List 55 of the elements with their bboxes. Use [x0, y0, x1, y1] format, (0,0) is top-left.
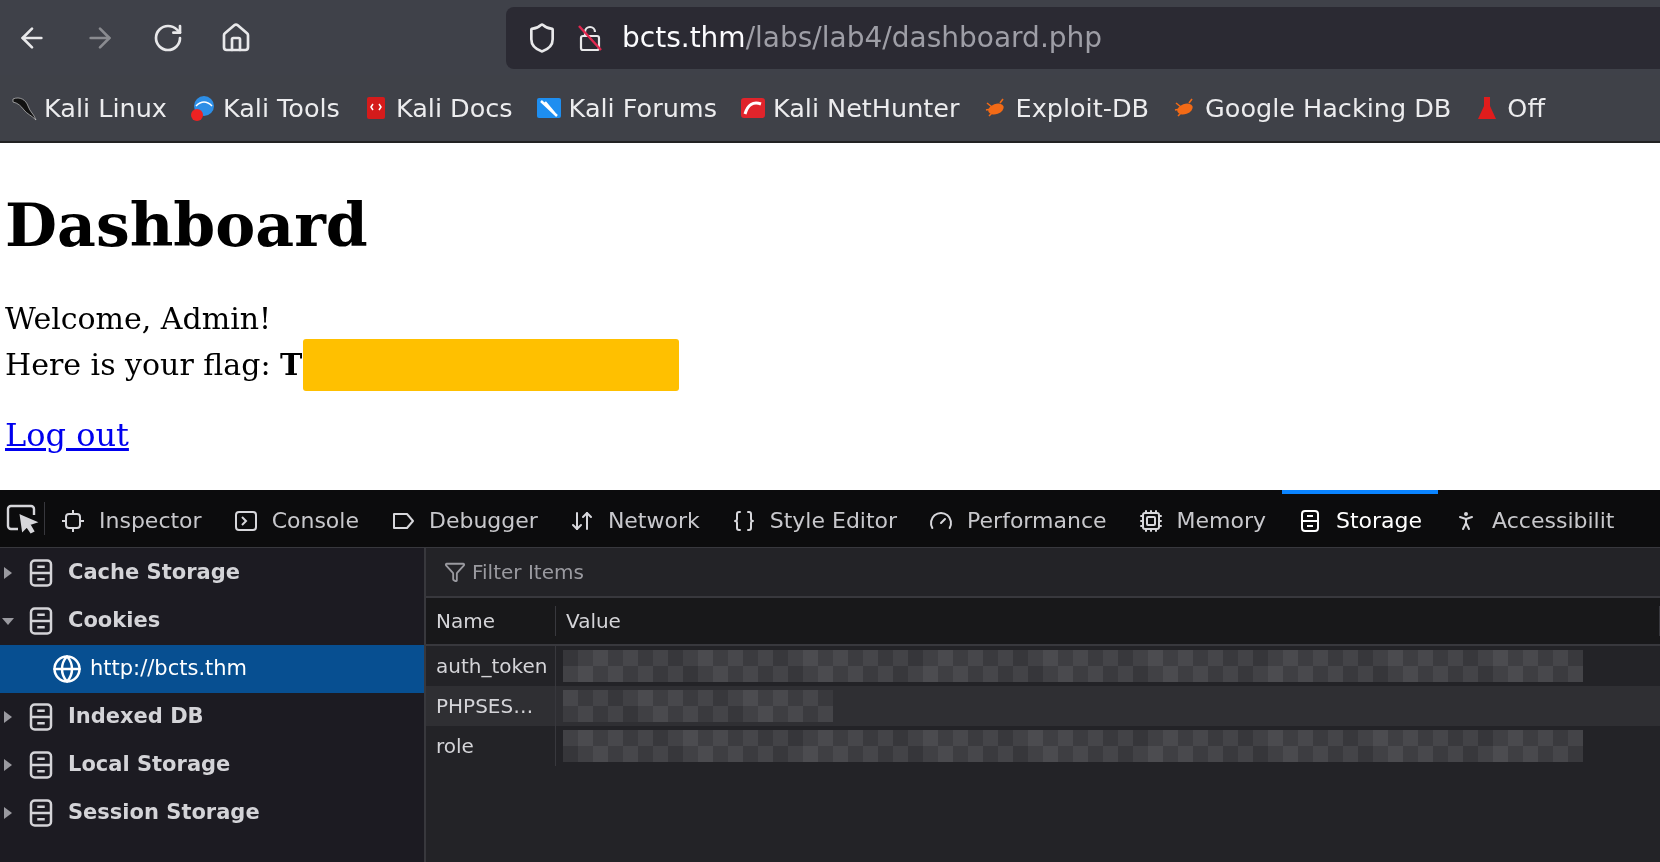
flag-label: Here is your flag:	[5, 346, 272, 384]
storage-icon	[28, 750, 54, 780]
bookmark[interactable]: Google Hacking DB	[1171, 88, 1452, 128]
column-heading[interactable]: Value	[566, 606, 621, 636]
welcome-text: Welcome, Admin!	[5, 300, 272, 338]
home-icon[interactable]	[220, 21, 252, 54]
flag-text: T	[280, 347, 303, 382]
devtools-tab[interactable]: Accessibilit	[1438, 490, 1631, 547]
braces-icon	[731, 508, 756, 533]
tree-item[interactable]: Local Storage	[0, 741, 424, 789]
tree-item[interactable]: Session Storage	[0, 789, 424, 837]
collapsed-arrow-icon[interactable]	[2, 567, 14, 579]
devtools-tab[interactable]: Style Editor	[715, 490, 914, 547]
url-field[interactable]: bcts.thm/labs/lab4/dashboard.php	[506, 6, 1660, 69]
bookmark[interactable]: Kali Docs	[361, 88, 513, 128]
storage-icon	[28, 702, 54, 732]
table-cell-text: auth_token	[436, 653, 548, 680]
column-heading[interactable]: Name	[436, 606, 495, 636]
tree-item[interactable]: http://bcts.thm	[0, 645, 424, 693]
globe-badge-icon	[188, 94, 217, 122]
tree-item[interactable]: Cookies	[0, 597, 424, 645]
bookmark[interactable]: Kali Forums	[534, 88, 717, 128]
bookmark[interactable]: Kali Linux	[10, 88, 167, 128]
storage-icon	[1298, 508, 1322, 533]
expanded-arrow-icon[interactable]	[2, 615, 14, 627]
collapsed-arrow-icon[interactable]	[2, 711, 14, 723]
globe-icon	[52, 654, 82, 684]
devtools-tab[interactable]: Console	[217, 490, 375, 547]
inspector-icon	[61, 508, 85, 533]
url-text: bcts.thm/labs/lab4/dashboard.php	[622, 19, 1103, 56]
chip-icon	[1138, 508, 1163, 533]
console-icon	[233, 508, 258, 533]
bookmark[interactable]: Exploit-DB	[981, 88, 1150, 128]
devtools-tab[interactable]: Debugger	[374, 490, 554, 547]
storage-icon	[28, 606, 54, 636]
tree-item[interactable]: Cache Storage	[0, 549, 424, 597]
bookmark[interactable]: Off	[1473, 88, 1545, 128]
logout-link[interactable]: Log out	[5, 411, 129, 459]
filter-field[interactable]: Filter Items	[472, 552, 1072, 592]
table-cell-text: PHPSES…	[436, 693, 534, 720]
table-row[interactable]: PHPSES…	[426, 686, 1660, 726]
storage-icon	[28, 798, 54, 828]
devtools-tab[interactable]: Network	[553, 490, 716, 547]
tree-item[interactable]: Indexed DB	[0, 693, 424, 741]
devtools-tab[interactable]: Performance	[913, 490, 1123, 547]
collapsed-arrow-icon[interactable]	[2, 759, 14, 771]
collapsed-arrow-icon[interactable]	[2, 807, 14, 819]
bookmark[interactable]: Kali NetHunter	[738, 88, 960, 128]
devtools-tab[interactable]: Memory	[1122, 490, 1282, 547]
bookmark[interactable]: Kali Tools	[188, 88, 340, 128]
devtools-tab[interactable]: Inspector	[45, 490, 218, 547]
table-cell-text: role	[436, 733, 474, 760]
filter-icon	[444, 561, 466, 583]
storage-icon	[28, 558, 54, 588]
page-heading: Dashboard	[5, 189, 368, 261]
